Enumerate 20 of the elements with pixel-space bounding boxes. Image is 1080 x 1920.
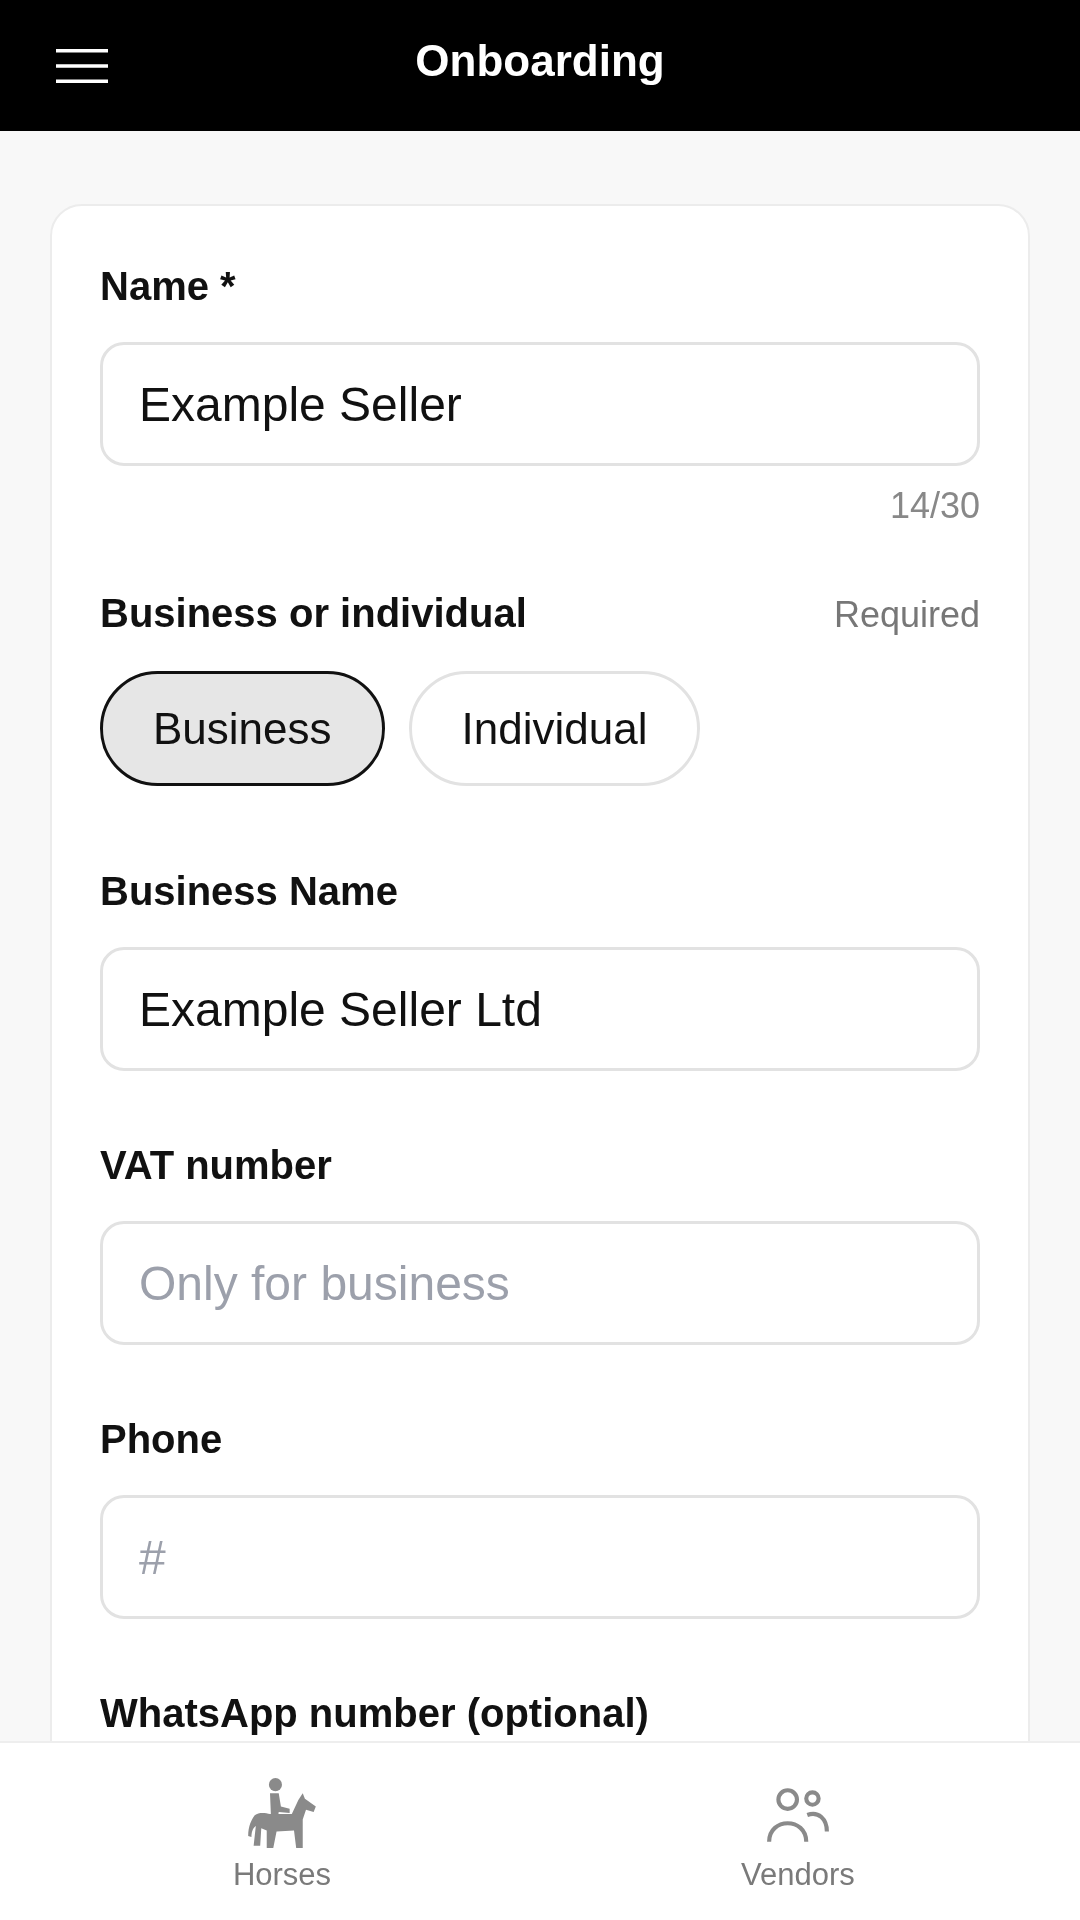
text-field[interactable]: Example Seller Ltd	[100, 947, 980, 1071]
field-label: Name *	[100, 263, 237, 310]
nav-tab[interactable]: Horses	[24, 1743, 540, 1920]
text-field[interactable]: Example Seller	[100, 342, 980, 466]
nav-tab[interactable]: Vendors	[540, 1743, 1056, 1920]
text-field[interactable]: Only for business	[100, 1221, 980, 1345]
choice-chip[interactable]: Business	[100, 671, 385, 786]
text-field[interactable]: #	[100, 1495, 980, 1619]
choice-chip[interactable]: Individual	[408, 671, 701, 786]
required-hint: Required	[833, 593, 980, 637]
horse-rider-icon	[247, 1777, 317, 1849]
field-label: WhatsApp number (optional)	[100, 1690, 650, 1737]
field-label: Phone	[100, 1416, 224, 1463]
character-counter: 14/30	[888, 484, 980, 528]
field-label: VAT number	[100, 1142, 333, 1189]
page-title: Onboarding	[415, 34, 665, 87]
menu-icon[interactable]	[56, 48, 108, 83]
field-label: Business or individual	[100, 590, 527, 637]
field-label: Business Name	[100, 868, 399, 915]
people-icon	[765, 1786, 831, 1844]
